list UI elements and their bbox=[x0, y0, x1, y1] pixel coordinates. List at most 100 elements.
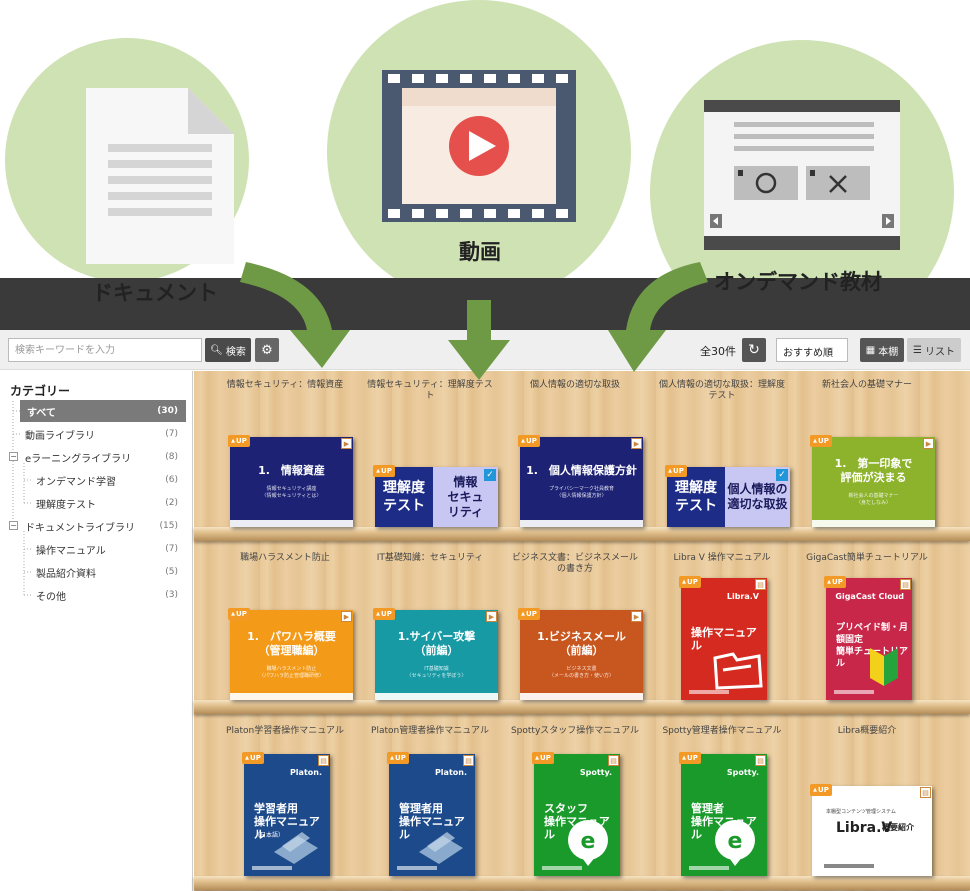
up-badge: UP bbox=[518, 435, 540, 447]
up-badge: UP bbox=[373, 465, 395, 477]
item-cover[interactable]: 1.ビジネスメール （前編） ビジネス文書 〈メールの書き方・使い方〉 bbox=[520, 610, 643, 700]
category-product-intro[interactable]: 製品紹介資料 (5) bbox=[31, 561, 186, 583]
category-label: オンデマンド学習 bbox=[36, 476, 116, 488]
search-icon: 🔍︎ bbox=[210, 344, 223, 356]
collapse-toggle[interactable]: − bbox=[9, 452, 18, 461]
shelf-plank bbox=[194, 527, 970, 541]
cover-brand-logo: GigaCast Cloud bbox=[835, 592, 904, 601]
up-badge: UP bbox=[518, 608, 540, 620]
up-badge: UP bbox=[228, 435, 250, 447]
item-title[interactable]: Libra V 操作マニュアル bbox=[657, 553, 787, 564]
item-title[interactable]: Platon管理者操作マニュアル bbox=[365, 726, 495, 737]
search-input[interactable] bbox=[8, 338, 202, 362]
category-other[interactable]: その他 (3) bbox=[31, 584, 186, 606]
view-list-button[interactable]: ☰ リスト bbox=[907, 338, 961, 362]
item-title[interactable]: IT基礎知識：セキュリティ bbox=[365, 553, 495, 564]
item-title[interactable]: Spottyスタッフ操作マニュアル bbox=[510, 726, 640, 737]
content-type-icon: ▶ bbox=[923, 438, 934, 449]
category-sidebar: カテゴリー すべて (30) 動画ライブラリ (7) − eラーニングライブラリ… bbox=[0, 371, 193, 891]
category-comprehension-test[interactable]: 理解度テスト (2) bbox=[31, 492, 186, 514]
cover-brand-logo: Platon. bbox=[289, 768, 322, 777]
video-label: 動画 bbox=[459, 240, 501, 264]
item-cover[interactable]: 本棚型コンテンツ管理システム Libra.V 概要紹介 bbox=[812, 786, 932, 876]
cover-brand-logo: Spotty. bbox=[579, 768, 612, 777]
up-badge: UP bbox=[810, 435, 832, 447]
cover-title: 1. 個人情報保護方針 bbox=[526, 464, 637, 477]
category-label: 操作マニュアル bbox=[36, 545, 106, 557]
cover-footer bbox=[689, 866, 729, 870]
cover-subtitle: 本棚型コンテンツ管理システム bbox=[826, 809, 896, 815]
item-title[interactable]: Libra概要紹介 bbox=[802, 726, 932, 737]
up-badge: UP bbox=[810, 784, 832, 796]
item-cover[interactable]: Libra.V 操作マニュアル bbox=[681, 578, 767, 700]
item-title[interactable]: 情報セキュリティ：理解度テスト bbox=[365, 380, 495, 402]
up-badge: UP bbox=[387, 752, 409, 764]
search-button[interactable]: 🔍︎ 検索 bbox=[205, 338, 251, 362]
item-cover[interactable]: Spotty. スタッフ 操作マニュアル e bbox=[534, 754, 620, 876]
item-cover[interactable]: 1.サイバー攻撃 （前編） IT基礎知識 〈セキュリティを学ぼう〉 bbox=[375, 610, 498, 700]
item-title[interactable]: 職場ハラスメント防止 bbox=[220, 553, 350, 564]
category-document-library[interactable]: ドキュメントライブラリ (15) bbox=[20, 515, 186, 537]
cover-footer bbox=[824, 864, 874, 868]
category-video-library[interactable]: 動画ライブラリ (7) bbox=[20, 423, 186, 445]
item-title[interactable]: ビジネス文書：ビジネスメールの書き方 bbox=[510, 553, 640, 575]
content-type-icon: ▤ bbox=[755, 755, 766, 766]
item-cover[interactable]: 1. 情報資産 情報セキュリティ講座 〈情報セキュリティとは〉 bbox=[230, 437, 353, 527]
shelf-plank bbox=[194, 876, 970, 890]
cover-graphic-icon: e bbox=[568, 820, 608, 866]
category-label: すべて bbox=[27, 407, 56, 419]
content-type-icon: ▶ bbox=[486, 611, 497, 622]
check-icon: ✓ bbox=[484, 469, 496, 481]
check-icon: ✓ bbox=[776, 469, 788, 481]
refresh-button[interactable]: ↻ bbox=[742, 338, 766, 362]
item-title[interactable]: 情報セキュリティ：情報資産 bbox=[220, 380, 350, 391]
item-title[interactable]: 新社会人の基礎マナー bbox=[802, 380, 932, 391]
collapse-toggle[interactable]: − bbox=[9, 521, 18, 530]
item-cover[interactable]: Platon. 学習者用 操作マニュアル （日本語） bbox=[244, 754, 330, 876]
svg-text:e: e bbox=[581, 829, 596, 854]
item-title[interactable]: Platon学習者操作マニュアル bbox=[220, 726, 350, 737]
view-shelf-button[interactable]: ▦ 本棚 bbox=[860, 338, 904, 362]
category-elearning-library[interactable]: eラーニングライブラリ (8) bbox=[20, 446, 186, 468]
category-ondemand[interactable]: オンデマンド学習 (6) bbox=[31, 469, 186, 491]
ondemand-label: オンデマンド教材 bbox=[714, 270, 882, 294]
cover-subtitle: 職場ハラスメント防止 〈パワハラ防止管理職研修〉 bbox=[259, 666, 324, 679]
category-label: eラーニングライブラリ bbox=[25, 453, 132, 465]
content-type-icon: ▤ bbox=[900, 579, 911, 590]
content-type-icon: ▶ bbox=[631, 438, 642, 449]
up-badge: UP bbox=[665, 465, 687, 477]
document-label: ドキュメント bbox=[92, 281, 218, 305]
cover-brand-logo: Libra.V bbox=[726, 592, 759, 601]
category-label: 動画ライブラリ bbox=[25, 430, 95, 442]
item-cover[interactable]: 1. 個人情報保護方針 プライバシーマーク社員教育 〈個人情報保護方針〉 bbox=[520, 437, 643, 527]
content-type-icon: ▤ bbox=[463, 755, 474, 766]
cover-footer bbox=[230, 693, 353, 700]
item-cover[interactable]: GigaCast Cloud プリペイド制・月額固定 簡単チュートリアル bbox=[826, 578, 912, 700]
sort-select[interactable]: おすすめ順 bbox=[776, 338, 848, 362]
category-operation-manual[interactable]: 操作マニュアル (7) bbox=[31, 538, 186, 560]
cover-title: 1. 第一印象で 評価が決まる bbox=[834, 457, 913, 484]
item-title[interactable]: 個人情報の適切な取扱：理解度テスト bbox=[657, 380, 787, 402]
view-shelf-label: 本棚 bbox=[878, 346, 899, 358]
item-title[interactable]: Spotty管理者操作マニュアル bbox=[657, 726, 787, 737]
cover-subtitle: ビジネス文書 〈メールの書き方・使い方〉 bbox=[548, 666, 614, 679]
cover-brand-logo: Platon. bbox=[434, 768, 467, 777]
settings-button[interactable]: ⚙ bbox=[255, 338, 279, 362]
category-all[interactable]: すべて (30) bbox=[20, 400, 186, 422]
category-label: その他 bbox=[36, 591, 66, 603]
cover-subtitle: 情報セキュリティ講座 〈情報セキュリティとは〉 bbox=[261, 486, 322, 499]
item-cover[interactable]: 1. パワハラ概要 （管理職編） 職場ハラスメント防止 〈パワハラ防止管理職研修〉 bbox=[230, 610, 353, 700]
cover-title: 1. パワハラ概要 （管理職編） bbox=[247, 630, 336, 657]
item-cover[interactable]: Spotty. 管理者 操作マニュアル e bbox=[681, 754, 767, 876]
cover-subtitle: プライバシーマーク社員教育 〈個人情報保護方針〉 bbox=[549, 486, 614, 499]
item-title[interactable]: 個人情報の適切な取扱 bbox=[510, 380, 640, 391]
page: 🔍︎ 検索 ⚙ 全30件 ↻ おすすめ順 ▦ 本棚 ☰ リスト カテゴリー bbox=[0, 0, 970, 891]
category-label: ドキュメントライブラリ bbox=[25, 522, 135, 534]
item-cover[interactable]: Platon. 管理者用 操作マニュアル bbox=[389, 754, 475, 876]
cover-subtitle: 新社会人の基礎マナー 〈身だしなみ〉 bbox=[848, 493, 899, 506]
content-type-icon: ▶ bbox=[631, 611, 642, 622]
item-cover[interactable]: 1. 第一印象で 評価が決まる新社会人の基礎マナー 〈身だしなみ〉 bbox=[812, 437, 935, 527]
result-count: 全30件 bbox=[700, 345, 736, 358]
item-title[interactable]: GigaCast簡単チュートリアル bbox=[802, 553, 932, 564]
search-button-label: 検索 bbox=[225, 346, 246, 358]
